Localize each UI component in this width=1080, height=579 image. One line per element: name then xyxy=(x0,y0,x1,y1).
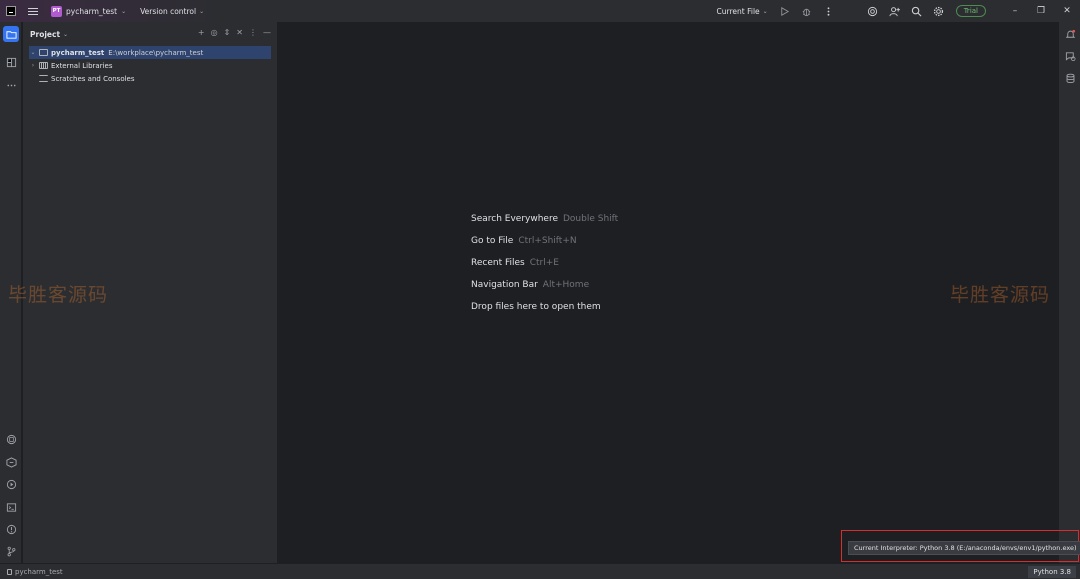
restore-window-icon[interactable]: ❐ xyxy=(1028,0,1054,22)
collapse-all-icon[interactable]: ✕ xyxy=(236,28,243,37)
minimize-window-icon[interactable]: – xyxy=(1002,0,1028,22)
project-folder-icon[interactable] xyxy=(3,26,19,42)
ai-assistant-icon[interactable] xyxy=(866,4,880,18)
interpreter-widget[interactable]: Python 3.8 xyxy=(1028,566,1076,578)
status-bar: pycharm_test Python 3.8 xyxy=(0,563,1080,579)
project-badge: PT xyxy=(51,5,62,17)
project-icon xyxy=(7,568,12,575)
main-menu-icon[interactable] xyxy=(28,7,38,15)
settings-gear-icon[interactable] xyxy=(932,4,946,18)
hide-panel-icon[interactable]: — xyxy=(263,28,271,37)
project-switcher[interactable]: PT pycharm_test ⌄ xyxy=(51,5,127,17)
project-root-name: pycharm_test xyxy=(51,48,105,57)
more-actions-icon[interactable] xyxy=(822,4,836,18)
chevron-down-icon: ⌄ xyxy=(121,7,127,15)
project-name: pycharm_test xyxy=(66,6,118,16)
hint-navigation-bar: Navigation Bar Alt+Home xyxy=(471,280,590,290)
tree-item-external-libraries[interactable]: › External Libraries xyxy=(23,59,277,72)
chevron-right-icon[interactable]: › xyxy=(29,62,37,69)
hint-recent-files: Recent Files Ctrl+E xyxy=(471,258,559,268)
run-configuration-label: Current File xyxy=(716,6,760,16)
structure-icon[interactable] xyxy=(3,54,19,70)
tree-item-label: External Libraries xyxy=(51,61,113,70)
version-control-menu[interactable]: Version control ⌄ xyxy=(140,7,204,16)
watermark-left: 毕胜客源码 xyxy=(8,284,109,306)
ai-chat-icon[interactable] xyxy=(1062,48,1078,64)
version-control-icon[interactable] xyxy=(3,543,19,559)
expand-all-icon[interactable]: ⇕ xyxy=(224,28,231,37)
title-bar: PT pycharm_test ⌄ Version control ⌄ Curr… xyxy=(0,0,1080,22)
interpreter-tooltip: Current Interpreter: Python 3.8 (E:/anac… xyxy=(848,541,1080,555)
chevron-down-icon: ⌄ xyxy=(762,7,768,15)
status-breadcrumb[interactable]: pycharm_test xyxy=(7,568,63,576)
debug-icon[interactable] xyxy=(800,4,814,18)
folder-icon xyxy=(39,49,48,56)
project-panel-title[interactable]: Project xyxy=(30,30,60,39)
hint-search-everywhere: Search Everywhere Double Shift xyxy=(471,214,619,224)
tree-item-project-root[interactable]: ⌄ pycharm_test E:\workplace\pycharm_test xyxy=(29,46,271,59)
chevron-down-icon[interactable]: ⌄ xyxy=(63,31,68,38)
editor-hints: Search Everywhere Double Shift Go to Fil… xyxy=(471,208,618,318)
problems-icon[interactable] xyxy=(3,521,19,537)
python-console-icon[interactable] xyxy=(3,454,19,470)
highlight-box: Current Interpreter: Python 3.8 (E:/anac… xyxy=(841,530,1080,562)
pycharm-logo-icon xyxy=(6,6,16,16)
status-breadcrumb-label: pycharm_test xyxy=(15,567,63,576)
editor-empty-area[interactable]: Search Everywhere Double Shift Go to Fil… xyxy=(279,22,1058,563)
notifications-bell-icon[interactable] xyxy=(1062,26,1078,42)
project-root-path: E:\workplace\pycharm_test xyxy=(108,48,204,57)
version-control-label: Version control xyxy=(140,6,197,16)
right-tool-window-bar xyxy=(1058,22,1080,563)
run-icon[interactable] xyxy=(778,4,792,18)
python-packages-icon[interactable] xyxy=(3,431,19,447)
trial-button[interactable]: Trial xyxy=(955,5,986,17)
database-icon[interactable] xyxy=(1062,70,1078,86)
locate-file-icon[interactable]: ◎ xyxy=(211,28,218,37)
more-tool-windows-icon[interactable] xyxy=(3,77,19,93)
hint-drop-files: Drop files here to open them xyxy=(471,302,601,312)
run-configuration-selector[interactable]: Current File ⌄ xyxy=(717,7,768,16)
search-icon[interactable] xyxy=(910,4,924,18)
tree-item-label: Scratches and Consoles xyxy=(51,74,135,83)
watermark-right: 毕胜客源码 xyxy=(950,284,1051,306)
terminal-icon[interactable] xyxy=(3,499,19,515)
hint-go-to-file: Go to File Ctrl+Shift+N xyxy=(471,236,577,246)
services-icon[interactable] xyxy=(3,476,19,492)
add-user-icon[interactable] xyxy=(888,4,902,18)
close-window-icon[interactable]: ✕ xyxy=(1054,0,1080,22)
chevron-down-icon: ⌄ xyxy=(199,7,205,15)
library-icon xyxy=(39,62,48,69)
options-icon[interactable]: ⋮ xyxy=(249,28,257,37)
chevron-down-icon[interactable]: ⌄ xyxy=(29,49,37,56)
scratches-icon xyxy=(39,75,48,82)
new-file-icon[interactable]: + xyxy=(198,28,205,37)
tree-item-scratches[interactable]: Scratches and Consoles xyxy=(23,72,277,85)
